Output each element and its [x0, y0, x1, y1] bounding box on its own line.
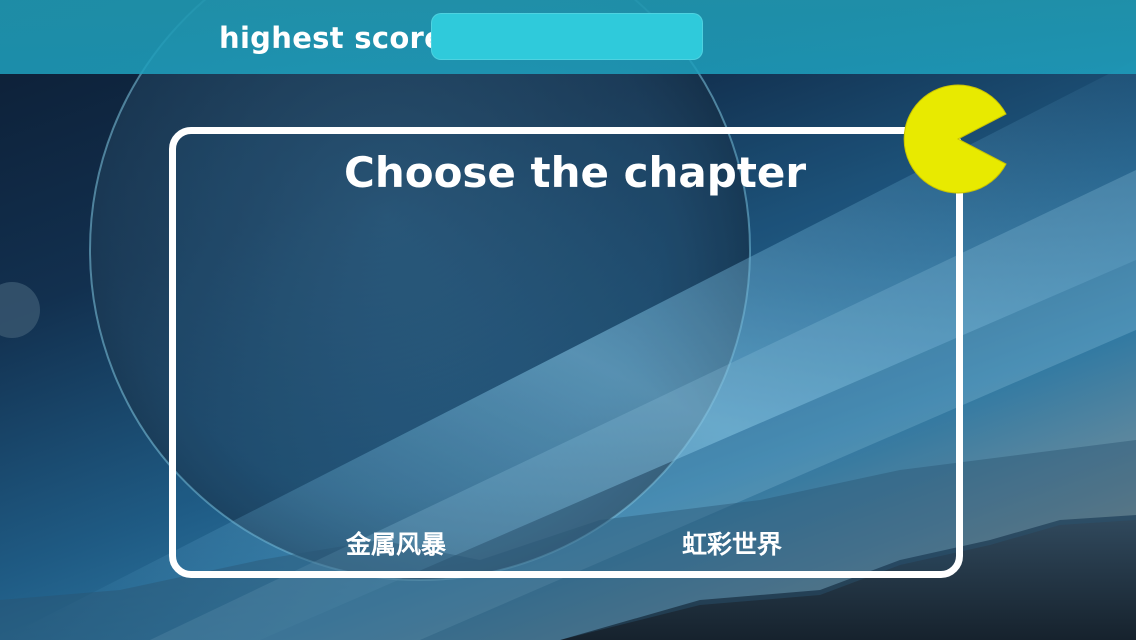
panel-title: Choose the chapter: [300, 145, 900, 201]
chapter-button-1[interactable]: 金属风暴: [346, 524, 446, 566]
highest-score-value: [431, 13, 703, 60]
small-moon: [0, 282, 40, 338]
chapter-button-2[interactable]: 虹彩世界: [682, 524, 782, 566]
highest-score-label: highest score: [219, 21, 445, 55]
pacman-icon: [903, 84, 1007, 194]
panel-title-text: Choose the chapter: [344, 148, 807, 197]
game-screen: highest score Choose the chapter 金属风暴 虹彩…: [0, 0, 1136, 640]
